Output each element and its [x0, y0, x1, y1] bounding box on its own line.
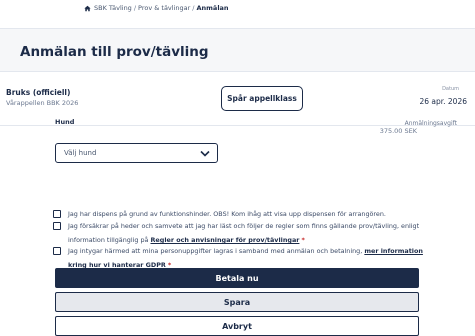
card-header: Anmälan till prov/tävling: [0, 29, 475, 72]
checkbox-label: Jag försäkrar på heder och samvete att j…: [68, 219, 433, 247]
event-subtitle: Vårappellen BBK 2026: [6, 99, 79, 107]
dispensation-checkbox[interactable]: [53, 210, 61, 218]
breadcrumb-link-tavling[interactable]: SBK Tävling: [94, 4, 132, 12]
breadcrumb-current: Anmälan: [196, 4, 229, 12]
breadcrumb: SBK Tävling / Prov & tävlingar / Anmälan: [84, 4, 229, 12]
date-label: Datum: [442, 86, 459, 92]
required-marker: *: [301, 236, 305, 244]
pay-now-button[interactable]: Betala nu: [55, 268, 419, 288]
registration-card: Anmälan till prov/tävling Bruks (officie…: [0, 28, 475, 336]
gdpr-text: Jag intygar härmed att mina personuppgif…: [68, 247, 363, 255]
save-button[interactable]: Spara: [55, 292, 419, 312]
fee-label: Anmälningsavgift: [404, 120, 457, 127]
breadcrumb-separator: /: [133, 4, 137, 12]
breadcrumb-separator: /: [192, 4, 195, 12]
rules-link[interactable]: Regler och anvisningar för prov/tävlinga…: [151, 236, 300, 244]
dog-label: Hund: [55, 118, 75, 126]
breadcrumb-link-prov[interactable]: Prov & tävlingar: [138, 4, 190, 12]
dog-select-placeholder: Välj hund: [64, 149, 97, 157]
dog-select[interactable]: Välj hund: [55, 143, 218, 163]
chevron-down-icon: [200, 150, 210, 157]
date-value: 26 apr. 2026: [419, 97, 467, 106]
cancel-button[interactable]: Avbryt: [55, 316, 419, 336]
home-icon[interactable]: [84, 5, 91, 12]
track-class-button[interactable]: Spår appellklass: [221, 86, 303, 111]
fee-value: 375.00 SEK: [379, 127, 417, 135]
rules-checkbox[interactable]: [53, 222, 61, 230]
event-name: Bruks (officiell): [6, 88, 71, 97]
page-title: Anmälan till prov/tävling: [20, 44, 209, 60]
gdpr-checkbox[interactable]: [53, 247, 61, 255]
